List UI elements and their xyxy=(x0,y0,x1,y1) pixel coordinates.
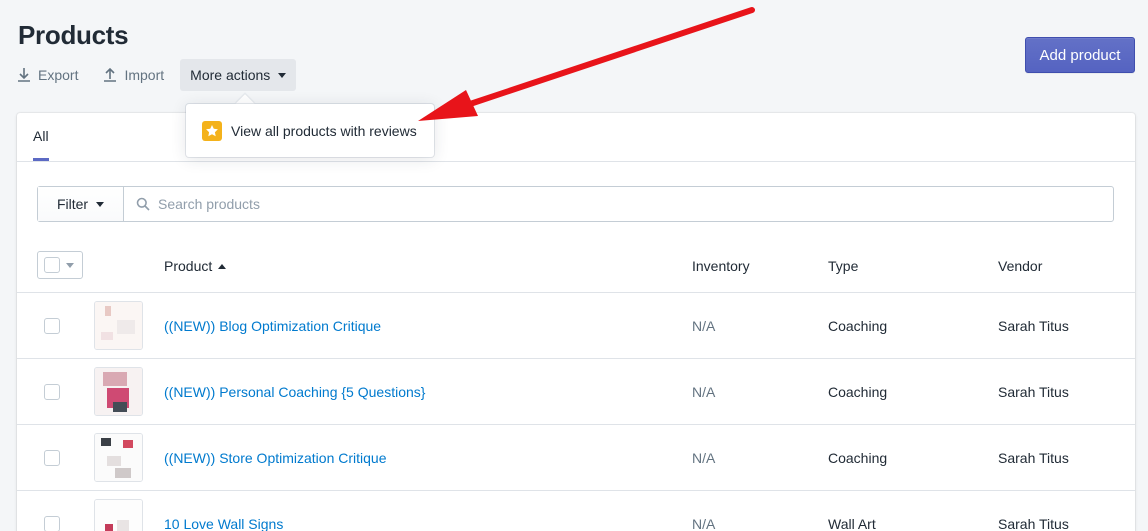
inventory-cell: N/A xyxy=(692,516,716,531)
product-name-link[interactable]: ((NEW)) Personal Coaching {5 Questions} xyxy=(164,384,425,400)
search-icon xyxy=(136,197,150,211)
chevron-down-icon xyxy=(278,72,287,78)
chevron-down-icon xyxy=(66,262,74,268)
more-actions-label: More actions xyxy=(190,67,271,83)
column-header-label: Product xyxy=(164,258,213,274)
product-thumbnail[interactable] xyxy=(94,499,143,531)
tab-all[interactable]: All xyxy=(33,128,49,144)
product-image xyxy=(95,434,142,481)
row-checkbox[interactable] xyxy=(44,450,60,466)
star-icon xyxy=(202,120,222,141)
page-title: Products xyxy=(18,20,129,50)
chevron-down-icon xyxy=(96,201,105,207)
vendor-cell: Sarah Titus xyxy=(998,318,1069,334)
select-all-checkbox[interactable] xyxy=(37,251,83,279)
product-name-link[interactable]: ((NEW)) Blog Optimization Critique xyxy=(164,318,381,334)
sort-ascending-icon xyxy=(218,263,227,269)
column-header-type: Type xyxy=(828,258,859,274)
type-cell: Coaching xyxy=(828,384,888,400)
export-label: Export xyxy=(38,67,79,83)
vendor-cell: Sarah Titus xyxy=(998,384,1069,400)
row-checkbox[interactable] xyxy=(44,516,60,531)
vendor-cell: Sarah Titus xyxy=(998,516,1069,531)
table-row[interactable]: ((NEW)) Blog Optimization Critique N/A C… xyxy=(17,293,1135,359)
more-actions-button[interactable]: More actions xyxy=(180,59,297,91)
export-button[interactable]: Export xyxy=(16,67,78,83)
products-card: All Filter Product Inventory xyxy=(17,113,1135,531)
product-name-link[interactable]: 10 Love Wall Signs xyxy=(164,516,283,531)
type-cell: Coaching xyxy=(828,318,888,334)
filter-label: Filter xyxy=(56,196,89,212)
column-header-product[interactable]: Product xyxy=(164,258,227,274)
product-name-link[interactable]: ((NEW)) Store Optimization Critique xyxy=(164,450,387,466)
row-checkbox[interactable] xyxy=(44,384,60,400)
products-table: Product Inventory Type Vendor ((NEW)) Bl… xyxy=(17,238,1135,531)
page-actions: Export Import More actions xyxy=(16,59,297,91)
vendor-cell: Sarah Titus xyxy=(998,450,1069,466)
table-header: Product Inventory Type Vendor xyxy=(17,238,1135,293)
upload-icon xyxy=(104,67,117,82)
more-actions-popover-item[interactable]: View all products with reviews xyxy=(186,104,434,157)
inventory-cell: N/A xyxy=(692,318,716,334)
search-input[interactable] xyxy=(158,189,1113,219)
table-row[interactable]: ((NEW)) Personal Coaching {5 Questions} … xyxy=(17,359,1135,425)
table-row[interactable]: ((NEW)) Store Optimization Critique N/A … xyxy=(17,425,1135,491)
search-wrapper xyxy=(124,187,1113,221)
column-header-inventory: Inventory xyxy=(692,258,750,274)
tab-selected-indicator xyxy=(33,158,49,161)
product-image xyxy=(95,302,142,349)
type-cell: Coaching xyxy=(828,450,888,466)
product-thumbnail[interactable] xyxy=(94,367,143,416)
import-button[interactable]: Import xyxy=(102,67,164,83)
add-product-button[interactable]: Add product xyxy=(1025,37,1135,73)
filter-button[interactable]: Filter xyxy=(38,187,124,221)
popover-item-label: View all products with reviews xyxy=(231,122,417,139)
type-cell: Wall Art xyxy=(828,516,876,531)
column-header-vendor: Vendor xyxy=(998,258,1043,274)
checkbox-box xyxy=(44,257,60,273)
import-label: Import xyxy=(124,67,165,83)
product-thumbnail[interactable] xyxy=(94,301,143,350)
filter-bar: Filter xyxy=(37,186,1114,222)
inventory-cell: N/A xyxy=(692,450,716,466)
product-thumbnail[interactable] xyxy=(94,433,143,482)
product-image xyxy=(95,500,142,531)
inventory-cell: N/A xyxy=(692,384,716,400)
row-checkbox[interactable] xyxy=(44,318,60,334)
tab-bar: All xyxy=(17,113,1135,162)
download-icon xyxy=(18,68,30,82)
table-row[interactable]: 10 Love Wall Signs N/A Wall Art Sarah Ti… xyxy=(17,491,1135,531)
product-image xyxy=(95,368,142,415)
